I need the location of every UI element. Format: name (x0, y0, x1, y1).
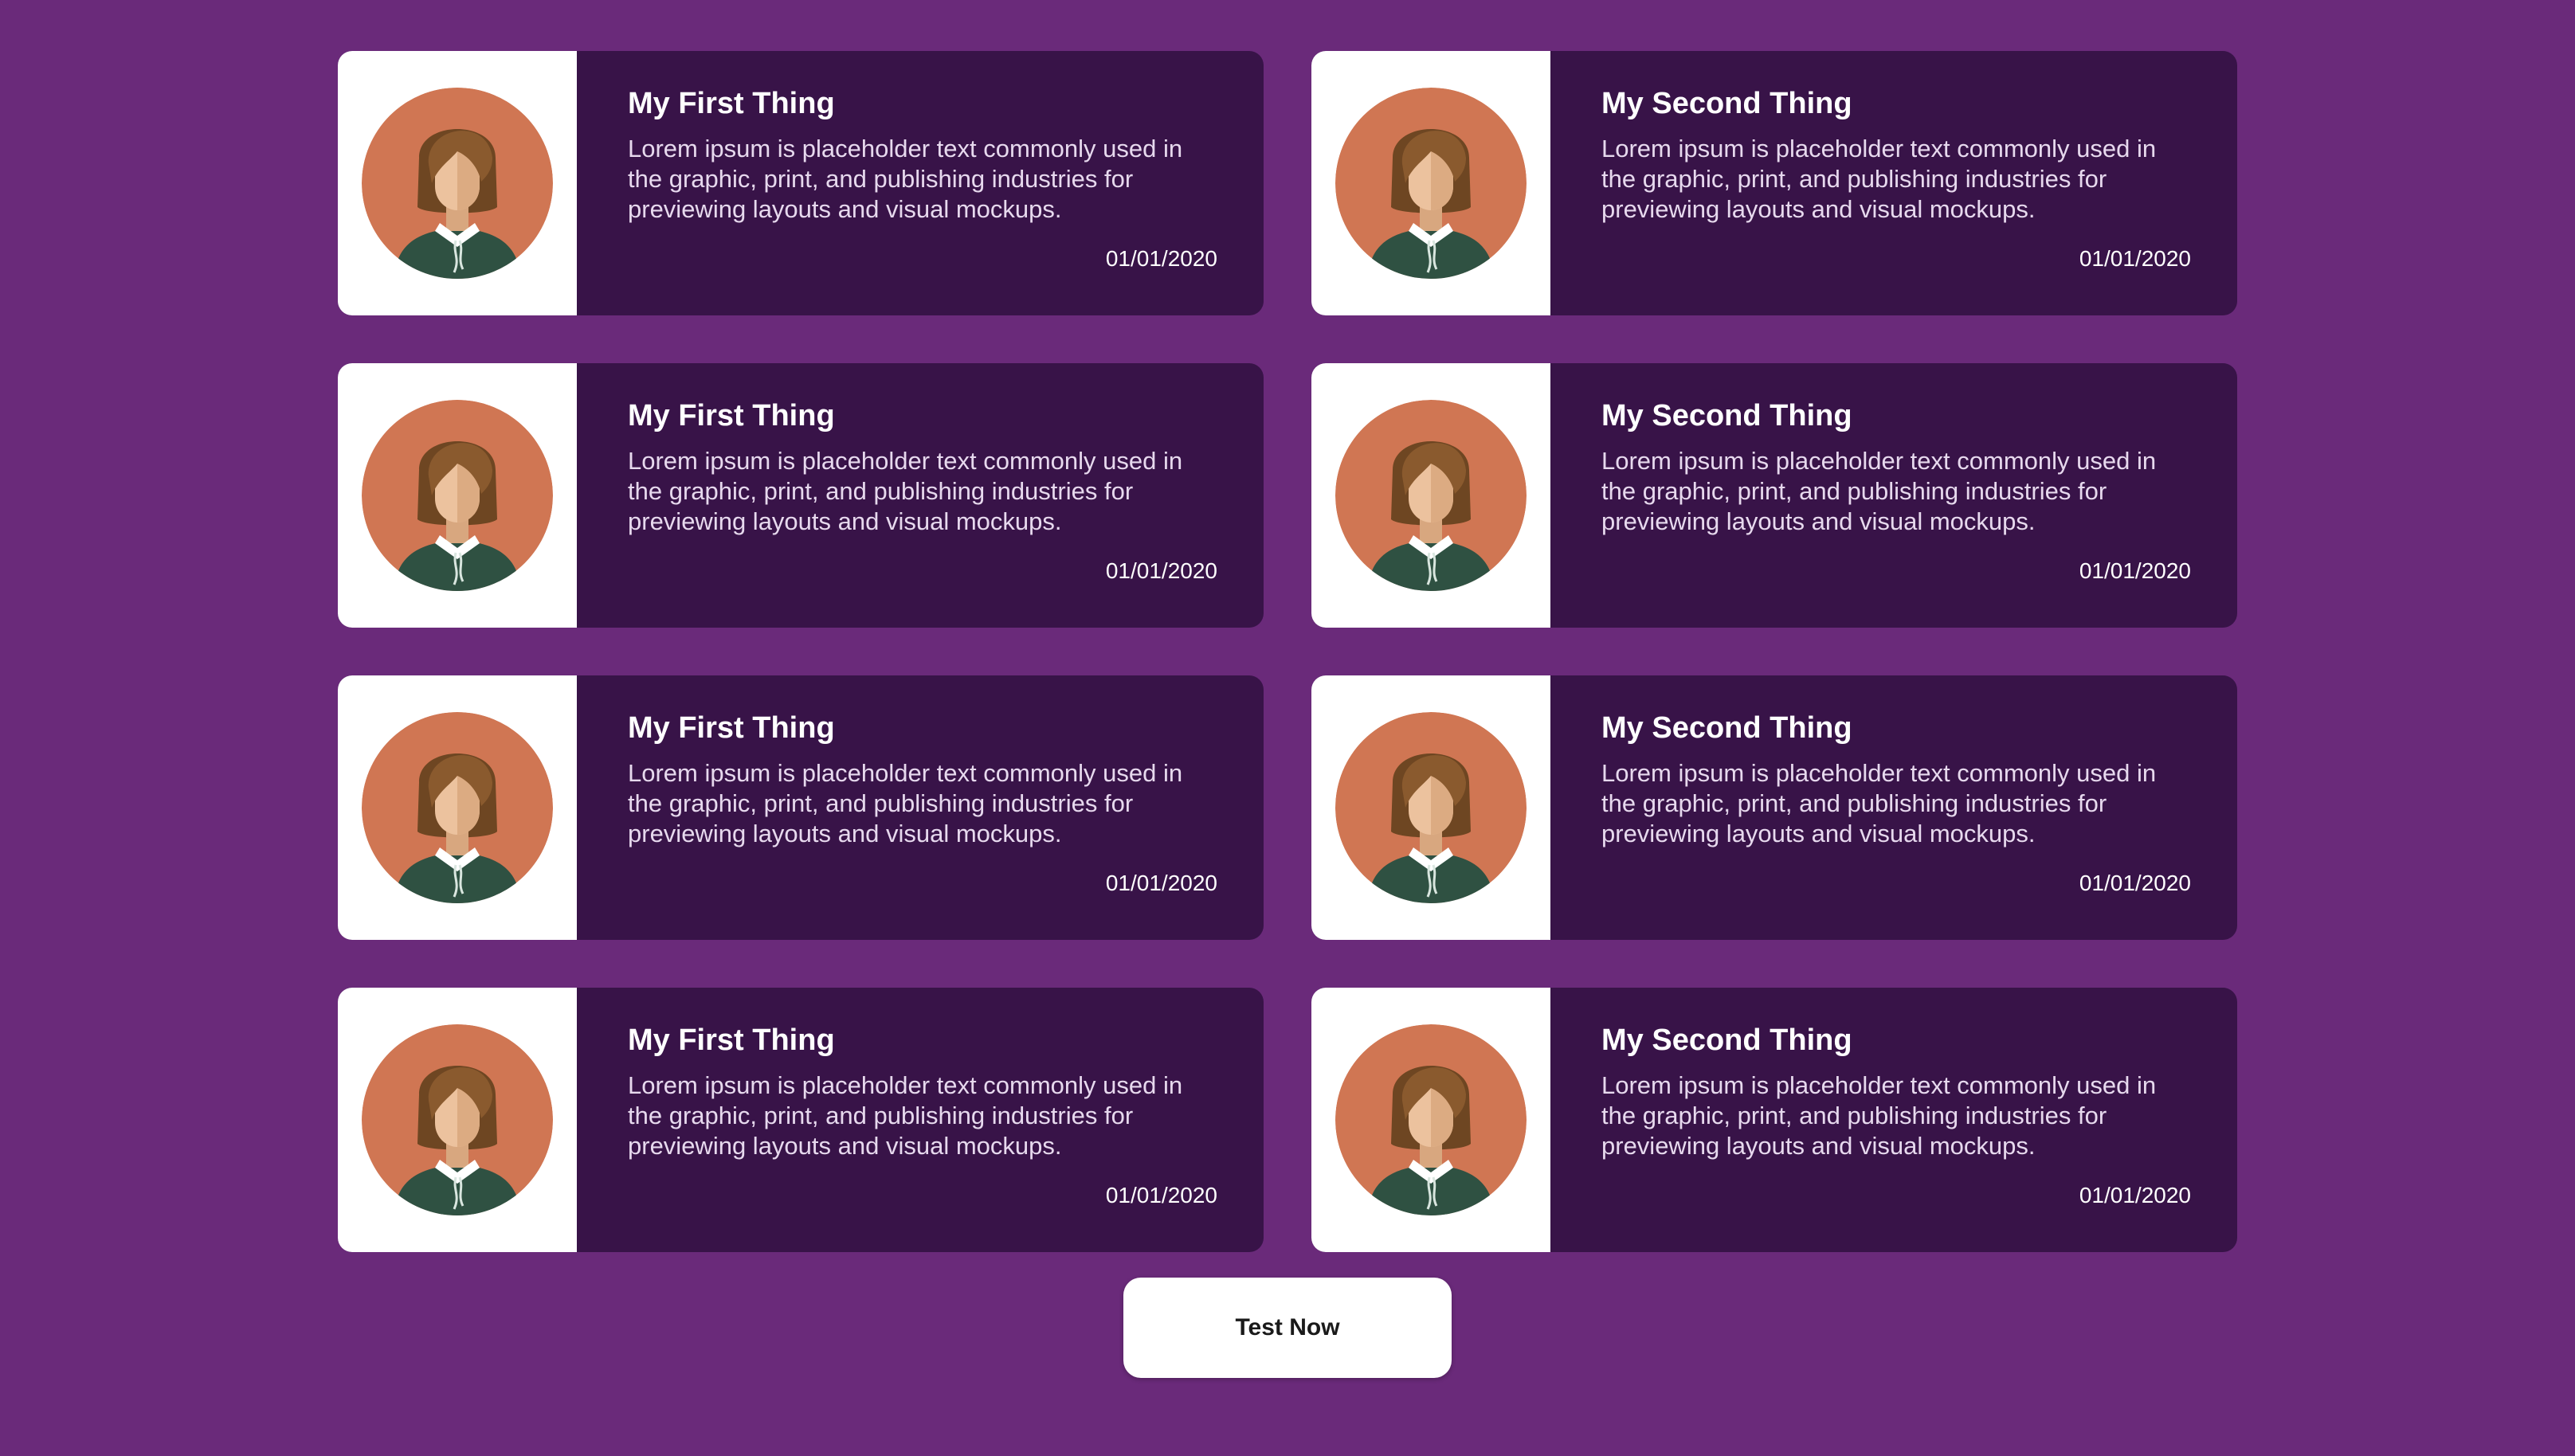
card-title: My First Thing (628, 1024, 835, 1057)
card-description: Lorem ipsum is placeholder text commonly… (628, 135, 1183, 223)
card-body: My Second Thing Lorem ipsum is placeholde… (1550, 363, 2237, 628)
card-3[interactable]: My First Thing Lorem ipsum is placeholder… (338, 363, 1264, 628)
card-title: My First Thing (628, 399, 835, 432)
card-body: My Second Thing Lorem ipsum is placeholde… (1550, 675, 2237, 940)
card-6[interactable]: My Second Thing Lorem ipsum is placeholde… (1311, 675, 2237, 940)
card-description: Lorem ipsum is placeholder text commonly… (628, 759, 1183, 847)
card-5[interactable]: My First Thing Lorem ipsum is placeholder… (338, 675, 1264, 940)
card-image (338, 988, 577, 1252)
card-image (338, 675, 577, 940)
card-body: My First Thing Lorem ipsum is placeholder… (577, 51, 1264, 315)
card-date: 01/01/2020 (2079, 558, 2191, 583)
user-avatar-icon (362, 88, 553, 279)
card-title: My Second Thing (1601, 399, 1852, 432)
card-description: Lorem ipsum is placeholder text commonly… (628, 1071, 1183, 1160)
user-avatar-icon (1335, 712, 1527, 903)
card-title: My First Thing (628, 87, 835, 120)
card-image (1311, 988, 1550, 1252)
card-description: Lorem ipsum is placeholder text commonly… (628, 447, 1183, 535)
card-date: 01/01/2020 (2079, 871, 2191, 895)
card-1[interactable]: My First Thing Lorem ipsum is placeholder… (338, 51, 1264, 315)
card-body: My First Thing Lorem ipsum is placeholder… (577, 988, 1264, 1252)
card-image (1311, 51, 1550, 315)
card-description: Lorem ipsum is placeholder text commonly… (1601, 1071, 2157, 1160)
user-avatar-icon (362, 712, 553, 903)
user-avatar-icon (1335, 1024, 1527, 1215)
card-grid: My First Thing Lorem ipsum is placeholder… (338, 51, 2237, 1252)
card-body: My First Thing Lorem ipsum is placeholder… (577, 675, 1264, 940)
card-title: My Second Thing (1601, 87, 1852, 120)
card-image (1311, 363, 1550, 628)
test-now-button[interactable]: Test Now (1123, 1278, 1452, 1378)
card-4[interactable]: My Second Thing Lorem ipsum is placeholde… (1311, 363, 2237, 628)
card-body: My Second Thing Lorem ipsum is placeholde… (1550, 988, 2237, 1252)
card-body: My First Thing Lorem ipsum is placeholder… (577, 363, 1264, 628)
card-body: My Second Thing Lorem ipsum is placeholde… (1550, 51, 2237, 315)
card-2[interactable]: My Second Thing Lorem ipsum is placeholde… (1311, 51, 2237, 315)
card-date: 01/01/2020 (1105, 246, 1217, 271)
card-title: My Second Thing (1601, 711, 1852, 745)
user-avatar-icon (1335, 88, 1527, 279)
card-date: 01/01/2020 (1105, 1183, 1217, 1207)
card-description: Lorem ipsum is placeholder text commonly… (1601, 135, 2157, 223)
user-avatar-icon (1335, 400, 1527, 591)
card-image (338, 363, 577, 628)
card-date: 01/01/2020 (1105, 871, 1217, 895)
card-description: Lorem ipsum is placeholder text commonly… (1601, 759, 2157, 847)
user-avatar-icon (362, 400, 553, 591)
card-image (338, 51, 577, 315)
user-avatar-icon (362, 1024, 553, 1215)
card-date: 01/01/2020 (1105, 558, 1217, 583)
card-title: My Second Thing (1601, 1024, 1852, 1057)
card-date: 01/01/2020 (2079, 246, 2191, 271)
card-title: My First Thing (628, 711, 835, 745)
card-7[interactable]: My First Thing Lorem ipsum is placeholder… (338, 988, 1264, 1252)
card-description: Lorem ipsum is placeholder text commonly… (1601, 447, 2157, 535)
card-image (1311, 675, 1550, 940)
card-8[interactable]: My Second Thing Lorem ipsum is placeholde… (1311, 988, 2237, 1252)
card-date: 01/01/2020 (2079, 1183, 2191, 1207)
